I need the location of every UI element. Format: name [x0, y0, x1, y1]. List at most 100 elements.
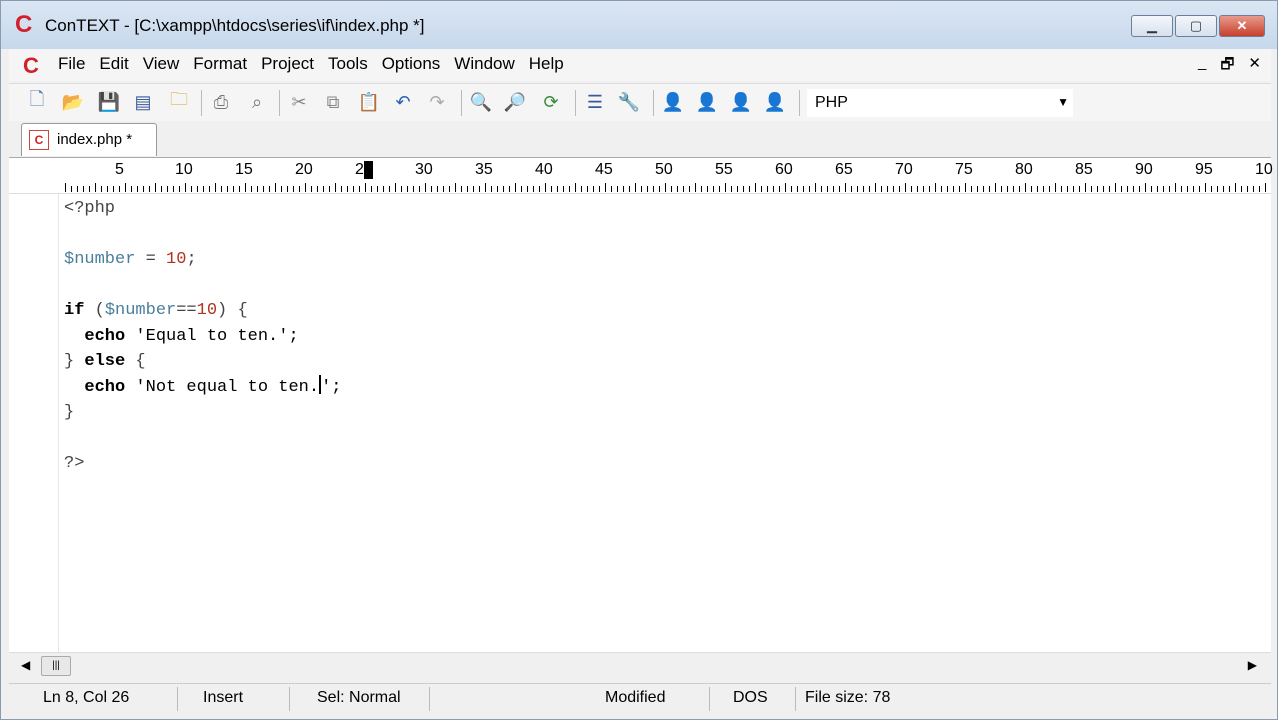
- ruler-number: 5: [115, 161, 124, 178]
- ruler-number: 10: [175, 161, 193, 178]
- dropdown-arrow-icon[interactable]: ▼: [1057, 95, 1069, 109]
- ruler-number: 50: [655, 161, 673, 178]
- title-bar[interactable]: C ConTEXT - [C:\xampp\htdocs\series\if\i…: [1, 1, 1277, 49]
- status-modified: Modified: [605, 689, 666, 706]
- doc-minimize-button[interactable]: _: [1198, 54, 1206, 79]
- scroll-thumb[interactable]: |||: [41, 656, 71, 676]
- menu-view[interactable]: View: [143, 54, 180, 74]
- status-position: Ln 8, Col 26: [43, 689, 130, 706]
- doc-close-button[interactable]: ✕: [1248, 54, 1261, 79]
- document-logo-icon[interactable]: C: [23, 53, 39, 79]
- ruler-number: 30: [415, 161, 433, 178]
- maximize-button[interactable]: ▢: [1175, 15, 1217, 37]
- menu-items: File Edit View Format Project Tools Opti…: [58, 54, 578, 74]
- close-icon: ✕: [1236, 18, 1248, 33]
- language-value: PHP: [815, 94, 848, 111]
- menu-window[interactable]: Window: [454, 54, 514, 74]
- code-line-6: echo 'Equal to ten.';: [84, 326, 299, 346]
- scroll-left-icon[interactable]: ◀: [21, 658, 30, 672]
- php-file-icon: C: [29, 130, 49, 150]
- toolbar-separator: [279, 90, 280, 116]
- print-preview-icon[interactable]: ⌕: [245, 90, 269, 114]
- user-exec-4-icon[interactable]: 👤: [763, 90, 787, 114]
- status-format: DOS: [733, 689, 768, 706]
- menu-edit[interactable]: Edit: [99, 54, 128, 74]
- copy-icon[interactable]: ⧉: [321, 90, 345, 114]
- status-bar: Ln 8, Col 26 Insert Sel: Normal Modified…: [9, 683, 1271, 714]
- ruler-ticks: [65, 183, 1266, 192]
- horizontal-scrollbar[interactable]: ◀ ||| ▶: [9, 652, 1271, 679]
- user-exec-1-icon[interactable]: 👤: [661, 90, 685, 114]
- menu-project[interactable]: Project: [261, 54, 314, 74]
- redo-icon[interactable]: ↷: [425, 90, 449, 114]
- maximize-icon: ▢: [1189, 18, 1203, 33]
- minimize-icon: ▁: [1147, 18, 1157, 33]
- code-editor[interactable]: <?php $number = 10; if ($number==10) { e…: [9, 194, 1271, 652]
- close-button[interactable]: ✕: [1219, 15, 1265, 37]
- tab-index-php[interactable]: C index.php *: [21, 123, 157, 156]
- save-icon[interactable]: 💾: [97, 90, 121, 114]
- column-ruler: 5 10 15 20 25 30 35 40 45 50 55 60 65 70 75 80 85 90 95 10: [9, 158, 1273, 194]
- menu-tools[interactable]: Tools: [328, 54, 368, 74]
- user-exec-3-icon[interactable]: 👤: [729, 90, 753, 114]
- code-line-3: $number = 10;: [64, 250, 197, 269]
- menu-help[interactable]: Help: [529, 54, 564, 74]
- ruler-number: 10: [1255, 161, 1273, 178]
- app-logo-icon: C: [15, 11, 33, 38]
- language-select[interactable]: PHP ▼: [806, 88, 1074, 118]
- app-window: C ConTEXT - [C:\xampp\htdocs\series\if\i…: [0, 0, 1278, 720]
- line-gutter: [9, 194, 59, 652]
- toolbar-separator: [653, 90, 654, 116]
- paste-icon[interactable]: 📋: [357, 90, 381, 114]
- status-mode: Insert: [203, 689, 244, 706]
- status-separator: [709, 687, 710, 711]
- status-filesize: File size: 78: [805, 689, 891, 706]
- ruler-number: 40: [535, 161, 553, 178]
- code-line-11: ?>: [64, 454, 85, 473]
- menu-format[interactable]: Format: [193, 54, 247, 74]
- window-controls: ▁ ▢ ✕: [1131, 15, 1265, 37]
- scroll-right-icon[interactable]: ▶: [1248, 658, 1257, 672]
- toolbar-separator: [575, 90, 576, 116]
- ruler-number: 65: [835, 161, 853, 178]
- save-all-icon[interactable]: ▤: [131, 90, 155, 114]
- ruler-number: 80: [1015, 161, 1033, 178]
- tools-icon[interactable]: 🔧: [617, 90, 641, 114]
- new-file-icon[interactable]: 🗋: [25, 89, 49, 114]
- toolbar: 🗋 📂 💾 ▤ 🗀 ⎙ ⌕ ✂ ⧉ 📋 ↶ ↷ 🔍 🔎 ⟳ ☰ 🔧 👤 👤 👤 …: [9, 83, 1271, 122]
- print-icon[interactable]: ⎙: [209, 90, 233, 114]
- status-separator: [429, 687, 430, 711]
- ruler-number: 55: [715, 161, 733, 178]
- status-separator: [795, 687, 796, 711]
- replace-icon[interactable]: ⟳: [539, 90, 563, 114]
- window-title: ConTEXT - [C:\xampp\htdocs\series\if\ind…: [45, 16, 425, 35]
- ruler-number: 45: [595, 161, 613, 178]
- tab-label: index.php *: [57, 131, 133, 148]
- menu-options[interactable]: Options: [382, 54, 441, 74]
- format-icon[interactable]: ☰: [583, 90, 607, 114]
- ruler-number: 20: [295, 161, 313, 178]
- cut-icon[interactable]: ✂: [287, 90, 311, 114]
- code-line-9: }: [64, 403, 75, 422]
- find-next-icon[interactable]: 🔎: [503, 90, 527, 114]
- toolbar-separator: [799, 90, 800, 116]
- ruler-number: 60: [775, 161, 793, 178]
- ruler-number: 35: [475, 161, 493, 178]
- ruler-number: 75: [955, 161, 973, 178]
- open-folder-icon[interactable]: 📂: [61, 90, 85, 114]
- status-selection: Sel: Normal: [317, 689, 401, 706]
- code-line-5: if ($number==10) {: [64, 301, 248, 320]
- code-text[interactable]: <?php $number = 10; if ($number==10) { e…: [64, 196, 341, 477]
- ruler-number: 90: [1135, 161, 1153, 178]
- undo-icon[interactable]: ↶: [391, 90, 415, 114]
- doc-restore-button[interactable]: 🗗: [1220, 54, 1234, 79]
- menu-file[interactable]: File: [58, 54, 85, 74]
- menu-bar: C File Edit View Format Project Tools Op…: [9, 49, 1271, 81]
- open-project-icon[interactable]: 🗀: [167, 89, 191, 114]
- status-separator: [289, 687, 290, 711]
- user-exec-2-icon[interactable]: 👤: [695, 90, 719, 114]
- minimize-button[interactable]: ▁: [1131, 15, 1173, 37]
- ruler-number: 95: [1195, 161, 1213, 178]
- find-icon[interactable]: 🔍: [469, 90, 493, 114]
- status-separator: [177, 687, 178, 711]
